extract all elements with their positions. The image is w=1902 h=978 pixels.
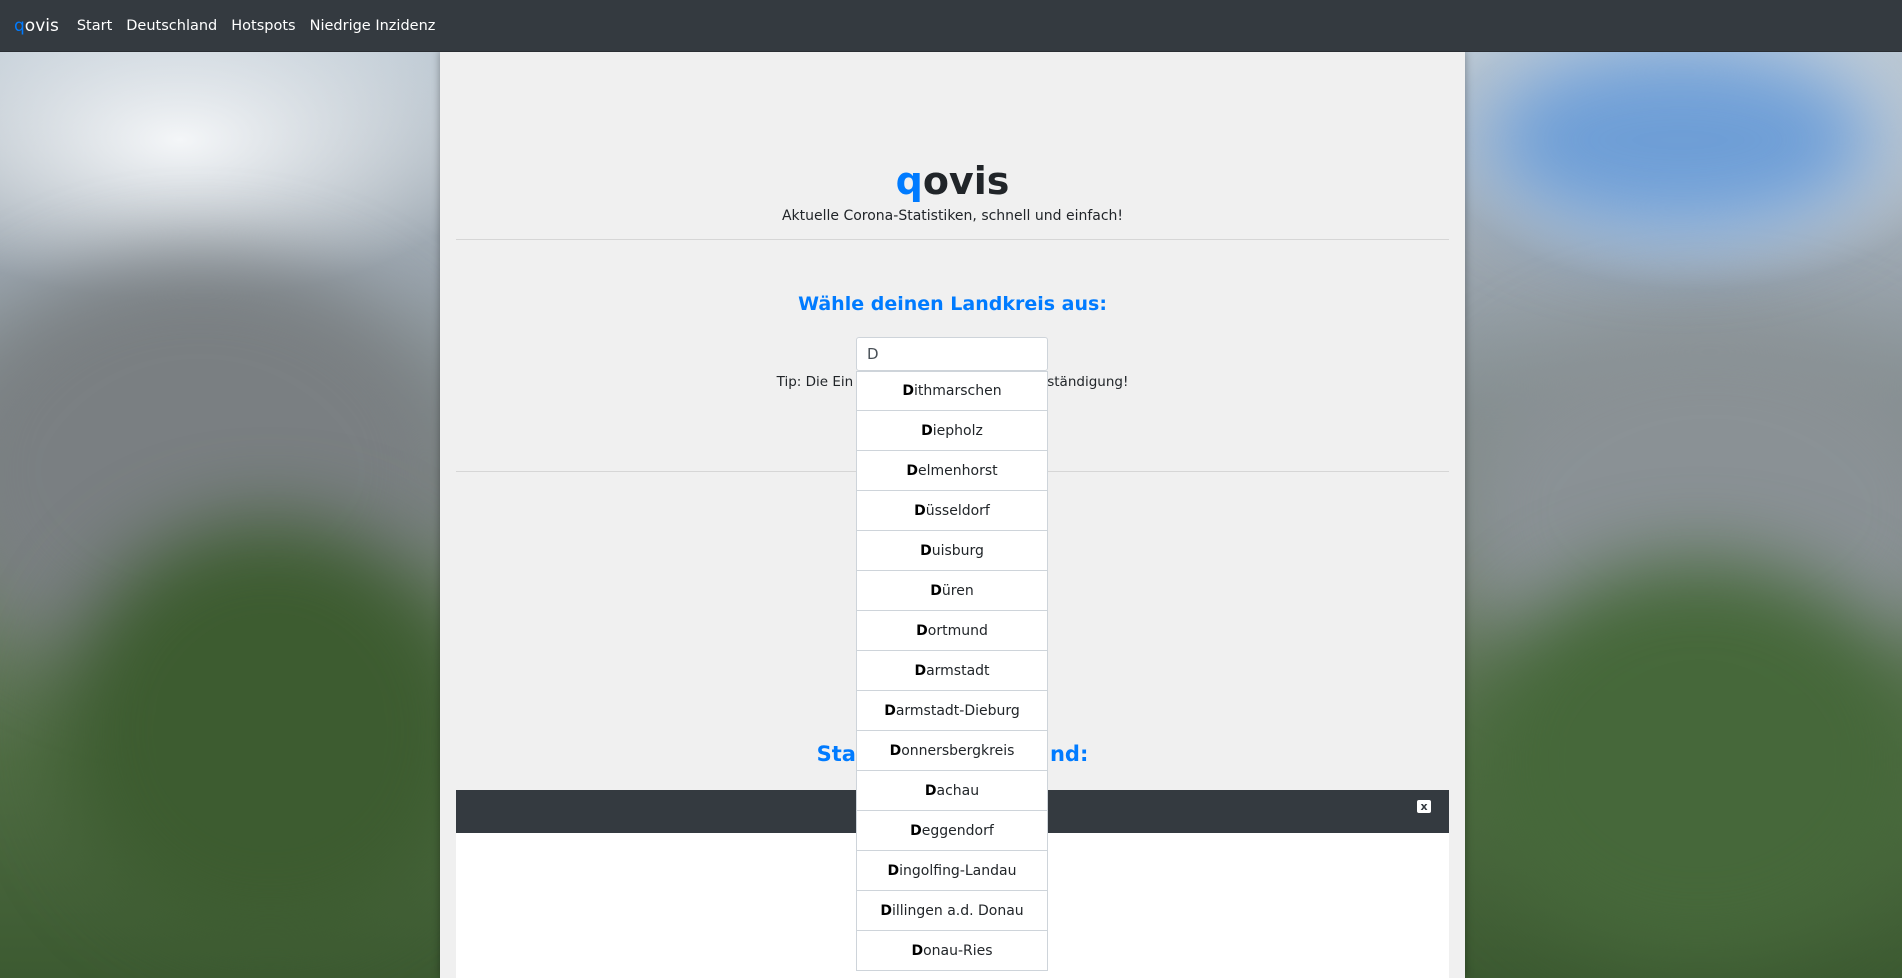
page-logo: qovis <box>895 159 1010 203</box>
autocomplete-item[interactable]: Düsseldorf <box>856 491 1048 531</box>
divider <box>456 239 1449 240</box>
autocomplete-item[interactable]: Diepholz <box>856 411 1048 451</box>
tagline: Aktuelle Corona-Statistiken, schnell und… <box>781 208 1124 224</box>
nav-niedrige-inzidenz[interactable]: Niedrige Inzidenz <box>310 18 436 34</box>
nav-hotspots[interactable]: Hotspots <box>231 18 295 34</box>
district-search-input[interactable] <box>856 337 1048 371</box>
autocomplete-item[interactable]: Dithmarschen <box>856 371 1048 411</box>
nav-deutschland[interactable]: Deutschland <box>126 18 217 34</box>
autocomplete-item[interactable]: Dingolfing-Landau <box>856 851 1048 891</box>
autocomplete-item[interactable]: Duisburg <box>856 531 1048 571</box>
autocomplete-item[interactable]: Darmstadt-Dieburg <box>856 691 1048 731</box>
autocomplete-item[interactable]: Darmstadt <box>856 651 1048 691</box>
top-navbar: qovis Start Deutschland Hotspots Niedrig… <box>0 0 1902 52</box>
brand-logo[interactable]: qovis <box>14 16 59 36</box>
close-icon[interactable]: x <box>1417 800 1431 813</box>
autocomplete-item[interactable]: Dortmund <box>856 611 1048 651</box>
district-select-heading: Wähle deinen Landkreis aus: <box>798 293 1107 315</box>
autocomplete-item[interactable]: Deggendorf <box>856 811 1048 851</box>
autocomplete-item[interactable]: Dillingen a.d. Donau <box>856 891 1048 931</box>
autocomplete-item[interactable]: Delmenhorst <box>856 451 1048 491</box>
autocomplete-item[interactable]: Donau-Ries <box>856 931 1048 971</box>
nav-start[interactable]: Start <box>77 18 112 34</box>
autocomplete-item[interactable]: Düren <box>856 571 1048 611</box>
autocomplete-item[interactable]: Donnersbergkreis <box>856 731 1048 771</box>
autocomplete-item[interactable]: Dachau <box>856 771 1048 811</box>
autocomplete-dropdown: Dithmarschen Diepholz Delmenhorst Düssel… <box>856 371 1048 971</box>
